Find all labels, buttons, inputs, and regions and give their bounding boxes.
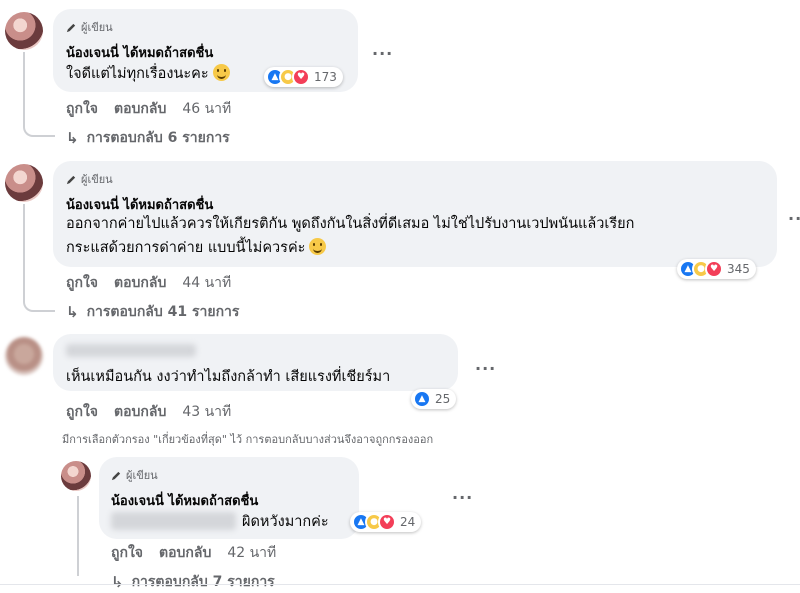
comment-text-line: กระแสด้วยการด่าค่าย แบบนี้ไม่ควรค่ะ [66,236,634,260]
like-button[interactable]: ถูกใจ [66,98,98,120]
avatar[interactable] [61,461,91,491]
reply-button[interactable]: ตอบกลับ [114,272,166,294]
reply-button[interactable]: ตอบกลับ [114,401,166,423]
comment-text: ใจดีแต่ไม่ทุกเรื่องนะคะ [66,62,230,86]
reply-button[interactable]: ตอบกลับ [114,98,166,120]
thread-line [23,52,55,137]
comment-author[interactable]: น้องเจนนี่ ได้หมดถ้าสดชื่น [66,42,213,63]
comment-actions: ถูกใจ ตอบกลับ 42 นาที [111,542,276,564]
comment-text: ผิดหวังมากค่ะ [242,514,329,530]
thread-line [23,204,55,312]
love-reaction-icon: ♥ [705,260,723,278]
author-badge: ผู้เขียน [66,170,113,188]
avatar[interactable] [5,337,43,375]
love-reaction-icon: ♥ [378,513,396,531]
comment-author[interactable]: น้องเจนนี่ ได้หมดถ้าสดชื่น [111,490,258,511]
more-options-button[interactable]: ... [452,484,473,503]
pen-icon [66,23,76,32]
comment-text: ออกจากค่ายไปแล้วควรให้เกียรติกัน พูดถึงก… [66,212,634,260]
view-replies-button[interactable]: ↳ การตอบกลับ 41 รายการ [66,301,239,323]
timestamp[interactable]: 44 นาที [182,272,231,294]
reply-arrow-icon: ↳ [66,303,79,321]
timestamp[interactable]: 46 นาที [182,98,231,120]
comment-text: เห็นเหมือนกัน งงว่าทำไมถึงกล้าทำ เสียแรง… [66,369,391,385]
reaction-count: 24 [400,515,416,529]
comment-text-line: ใจดีแต่ไม่ทุกเรื่องนะคะ [66,66,209,82]
like-button[interactable]: ถูกใจ [111,542,143,564]
comment-actions: ถูกใจ ตอบกลับ 44 นาที [66,272,231,294]
comment-text-line: ออกจากค่ายไปแล้วควรให้เกียรติกัน พูดถึงก… [66,216,635,232]
view-replies-label: การตอบกลับ 41 รายการ [86,304,240,320]
like-reaction-icon: ▲ [413,390,431,408]
timestamp[interactable]: 42 นาที [227,542,276,564]
smile-emoji-icon [212,64,230,81]
comment-actions: ถูกใจ ตอบกลับ 46 นาที [66,98,231,120]
more-options-button[interactable]: ... [475,355,496,374]
view-replies-label: การตอบกลับ 6 รายการ [86,130,230,146]
timestamp[interactable]: 43 นาที [182,401,231,423]
reply-arrow-icon: ↳ [111,573,124,591]
thread-line [77,496,79,576]
author-badge-label: ผู้เขียน [126,469,158,482]
reply-button[interactable]: ตอบกลับ [159,542,211,564]
filter-notice: มีการเลือกตัวกรอง "เกี่ยวข้องที่สุด" ไว้… [62,433,434,446]
redacted-author-name [66,344,196,357]
pen-icon [111,471,121,480]
view-replies-button[interactable]: ↳ การตอบกลับ 7 รายการ [111,571,275,593]
author-badge-label: ผู้เขียน [81,173,113,186]
more-options-button[interactable]: ... [372,40,393,59]
redacted-mention [111,512,236,530]
reaction-count: 345 [727,262,750,276]
like-button[interactable]: ถูกใจ [66,272,98,294]
reply-arrow-icon: ↳ [66,129,79,147]
view-replies-label: การตอบกลับ 7 รายการ [131,574,275,590]
author-badge: ผู้เขียน [66,18,113,36]
pen-icon [66,175,76,184]
like-button[interactable]: ถูกใจ [66,401,98,423]
author-badge-label: ผู้เขียน [81,21,113,34]
avatar[interactable] [5,12,43,50]
more-options-button[interactable]: ... [788,205,800,224]
love-reaction-icon: ♥ [292,68,310,86]
smile-emoji-icon [309,238,327,255]
divider [0,584,800,585]
reaction-summary[interactable]: ▲ ● ♥ 24 [350,512,422,532]
author-badge: ผู้เขียน [111,466,158,484]
comment-actions: ถูกใจ ตอบกลับ 43 นาที [66,401,231,423]
reaction-summary[interactable]: ▲ ● ♥ 345 [677,259,756,279]
view-replies-button[interactable]: ↳ การตอบกลับ 6 รายการ [66,127,230,149]
reaction-summary[interactable]: ▲ ● ♥ 173 [264,67,343,87]
reaction-count: 25 [435,392,451,406]
avatar[interactable] [5,164,43,202]
reaction-summary[interactable]: ▲ 25 [411,389,457,409]
reaction-count: 173 [314,70,337,84]
